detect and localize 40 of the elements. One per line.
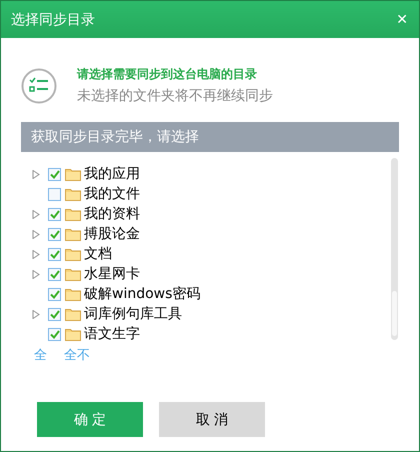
folder-name[interactable]: 词库例句库工具 (84, 305, 182, 323)
folder-icon (65, 308, 81, 320)
note-text: 未选择的文件夹将不再继续同步 (77, 87, 273, 105)
folder-icon (65, 188, 81, 200)
folder-name[interactable]: 语文生字 (84, 325, 140, 343)
folder-icon (65, 268, 81, 280)
window-title: 选择同步目录 (11, 10, 95, 28)
prompt-text: 请选择需要同步到这台电脑的目录 (77, 66, 258, 83)
status-bar: 获取同步目录完毕，请选择 (21, 122, 399, 152)
folder-icon (65, 328, 81, 340)
checkbox[interactable] (48, 268, 61, 280)
expand-arrow-icon[interactable] (32, 250, 40, 258)
expand-arrow-icon[interactable] (32, 170, 40, 178)
checkbox[interactable] (48, 228, 61, 240)
checkbox[interactable] (48, 248, 61, 260)
folder-icon (65, 288, 81, 300)
expand-arrow-icon[interactable] (32, 270, 40, 278)
scrollbar[interactable] (391, 158, 398, 340)
folder-name[interactable]: 我的资料 (84, 205, 140, 223)
folder-name[interactable]: 破解windows密码 (84, 285, 200, 303)
folder-icon (65, 248, 81, 260)
folder-name[interactable]: 我的应用 (84, 165, 140, 183)
checkbox[interactable] (48, 308, 61, 320)
expand-arrow-icon[interactable] (32, 310, 40, 318)
folder-icon (65, 168, 81, 180)
folder-icon (65, 208, 81, 220)
folder-name[interactable]: 文档 (84, 245, 112, 263)
expand-arrow-icon[interactable] (32, 210, 40, 218)
folder-name[interactable]: 搏股论金 (84, 225, 140, 243)
folder-name[interactable]: 水星网卡 (84, 265, 140, 283)
checkbox[interactable] (48, 168, 61, 180)
cancel-button[interactable]: 取 消 (159, 402, 265, 437)
checkbox[interactable] (48, 328, 61, 340)
expand-arrow-icon[interactable] (32, 230, 40, 238)
folder-icon (65, 228, 81, 240)
folder-name[interactable]: 我的文件 (84, 185, 140, 203)
checkbox[interactable] (48, 208, 61, 220)
checkbox[interactable] (48, 288, 61, 300)
checklist-icon (21, 68, 57, 104)
checkbox[interactable] (48, 188, 61, 200)
